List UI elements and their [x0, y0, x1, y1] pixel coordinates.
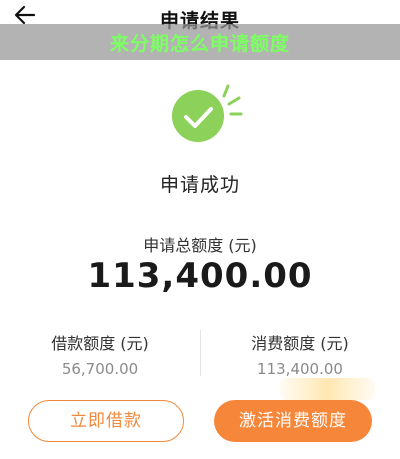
- activate-consumer-limit-button[interactable]: 激活消费额度: [214, 400, 372, 442]
- total-limit-label: 申请总额度 (元): [143, 236, 257, 255]
- total-limit-amount: 113,400.00: [87, 256, 313, 296]
- application-result-page: 申请结果 来分期怎么申请额度 申请成功 申请总额度 (元) 113,400.00…: [0, 0, 400, 459]
- loan-limit-column: 借款额度 (元) 56,700.00: [0, 330, 200, 378]
- consumer-limit-value: 113,400.00: [257, 360, 343, 378]
- borrow-now-button[interactable]: 立即借款: [28, 400, 184, 442]
- consumer-limit-column: 消费额度 (元) 113,400.00: [200, 330, 400, 378]
- blur-smudge: [280, 378, 375, 400]
- watermark-banner: 来分期怎么申请额度: [0, 24, 400, 60]
- loan-limit-value: 56,700.00: [61, 360, 139, 378]
- loan-limit-label: 借款额度 (元): [51, 334, 149, 353]
- watermark-text: 来分期怎么申请额度: [109, 33, 290, 55]
- check-circle-icon: [166, 78, 246, 148]
- status-text: 申请成功: [159, 174, 240, 196]
- consumer-limit-label: 消费额度 (元): [251, 334, 349, 353]
